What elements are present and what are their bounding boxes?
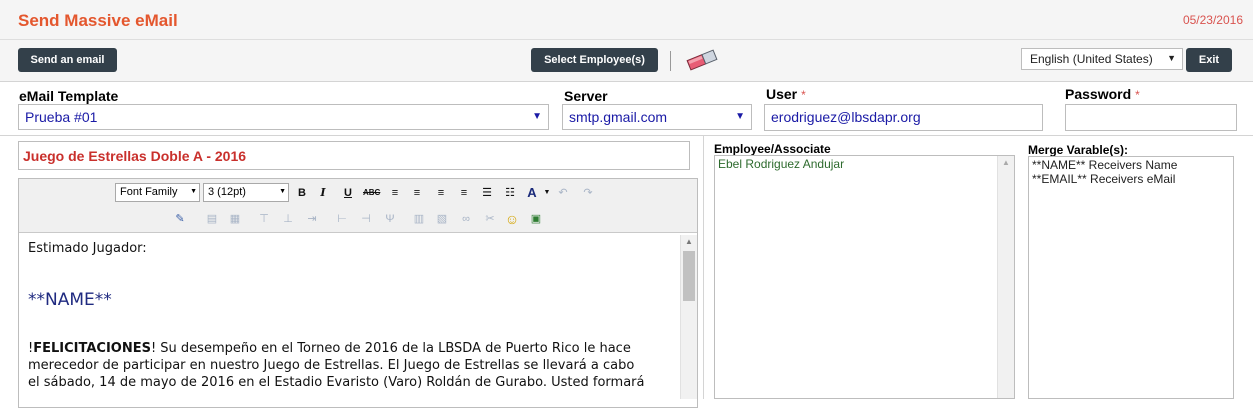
chevron-down-icon: ▼ <box>279 188 286 195</box>
chevron-down-icon: ▼ <box>735 111 745 122</box>
font-family-value: Font Family <box>120 186 178 198</box>
password-label: Password * <box>1065 86 1140 102</box>
body-line-3: el sábado, 14 de mayo de 2016 en el Esta… <box>28 375 645 390</box>
delete-row-icon[interactable]: ⇥ <box>304 211 320 227</box>
user-label-text: User <box>766 86 798 102</box>
list-item[interactable]: **NAME** Receivers Name <box>1032 158 1230 172</box>
chevron-down-icon[interactable]: ▼ <box>539 185 555 201</box>
chevron-down-icon: ▼ <box>190 188 197 195</box>
body-line-1: ! Su desempeño en el Torneo de 2016 de l… <box>150 341 631 356</box>
exit-button[interactable]: Exit <box>1186 48 1232 72</box>
scroll-thumb[interactable] <box>683 251 695 301</box>
insert-col-after-icon[interactable]: ⊣ <box>358 211 374 227</box>
template-label: eMail Template <box>19 88 119 104</box>
table-props-icon[interactable]: ▦ <box>227 211 243 227</box>
user-label: User * <box>766 86 806 102</box>
scroll-up-icon[interactable]: ▲ <box>685 237 693 246</box>
undo-icon[interactable]: ↶ <box>555 185 571 201</box>
emoticon-icon[interactable]: ☺ <box>504 211 520 227</box>
chevron-down-icon: ▼ <box>1167 53 1176 63</box>
image-icon[interactable]: ▣ <box>528 211 544 227</box>
editor-content[interactable]: Estimado Jugador: **NAME** !FELICITACION… <box>28 241 678 391</box>
strikethrough-icon[interactable]: ABC <box>363 185 380 201</box>
align-justify-icon[interactable]: ≡ <box>456 185 472 201</box>
body-paragraph: !FELICITACIONES! Su desempeño en el Torn… <box>28 340 678 391</box>
employee-label: Employee/Associate <box>714 142 831 156</box>
split-cells-icon[interactable]: ▧ <box>434 211 450 227</box>
link-icon[interactable]: ∞ <box>458 211 474 227</box>
bullet-list-icon[interactable]: ☰ <box>479 185 495 201</box>
font-color-icon[interactable]: A <box>524 185 540 201</box>
user-input[interactable]: erodriguez@lbsdapr.org <box>764 104 1043 131</box>
font-size-value: 3 (12pt) <box>208 186 246 198</box>
insert-row-after-icon[interactable]: ⊥ <box>280 211 296 227</box>
body-line-2: merecedor de participar en nuestro Juego… <box>28 358 635 373</box>
list-item[interactable]: **EMAIL** Receivers eMail <box>1032 172 1230 186</box>
merge-label: Merge Varable(s): <box>1028 143 1129 157</box>
required-mark: * <box>801 88 806 102</box>
font-size-select[interactable]: 3 (12pt) ▼ <box>203 183 289 202</box>
underline-icon[interactable]: U <box>340 185 356 201</box>
toolbar-separator <box>670 51 671 71</box>
send-email-button[interactable]: Send an email <box>18 48 117 72</box>
user-value: erodriguez@lbsdapr.org <box>771 109 921 125</box>
password-label-text: Password <box>1065 86 1132 102</box>
subject-input[interactable]: Juego de Estrellas Doble A - 2016 <box>18 141 690 170</box>
employee-list[interactable]: Ebel Rodriguez Andujar ▲ <box>714 155 1015 399</box>
chevron-down-icon: ▼ <box>532 111 542 122</box>
select-employees-button[interactable]: Select Employee(s) <box>531 48 658 72</box>
italic-icon[interactable]: I <box>315 185 331 201</box>
server-value: smtp.gmail.com <box>569 109 668 125</box>
unlink-icon[interactable]: ✂ <box>482 211 498 227</box>
list-scrollbar[interactable]: ▲ <box>997 156 1014 398</box>
greeting-text: Estimado Jugador: <box>28 241 147 256</box>
merge-variables-list[interactable]: **NAME** Receivers Name **EMAIL** Receiv… <box>1028 156 1234 399</box>
delete-col-icon[interactable]: Ψ <box>382 211 398 227</box>
title-bar <box>0 0 1253 40</box>
language-value: English (United States) <box>1030 52 1153 66</box>
font-family-select[interactable]: Font Family ▼ <box>115 183 200 202</box>
insert-col-before-icon[interactable]: ⊢ <box>334 211 350 227</box>
list-item[interactable]: Ebel Rodriguez Andujar <box>718 157 1011 171</box>
numbered-list-icon[interactable]: ☷ <box>502 185 518 201</box>
template-select[interactable]: Prueba #01 ▼ <box>18 104 549 130</box>
eraser-icon[interactable] <box>684 48 720 72</box>
redo-icon[interactable]: ↷ <box>580 185 596 201</box>
bold-icon[interactable]: B <box>294 185 310 201</box>
merge-cells-icon[interactable]: ▥ <box>411 211 427 227</box>
page-title: Send Massive eMail <box>18 11 178 30</box>
align-right-icon[interactable]: ≡ <box>433 185 449 201</box>
current-date: 05/23/2016 <box>1182 13 1243 27</box>
required-mark: * <box>1135 88 1140 102</box>
table-icon[interactable]: ▤ <box>204 211 220 227</box>
pane-divider <box>703 136 704 399</box>
server-label: Server <box>564 88 608 104</box>
name-merge-tag: **NAME** <box>28 290 112 310</box>
server-select[interactable]: smtp.gmail.com ▼ <box>562 104 752 130</box>
divider <box>0 135 1253 136</box>
scroll-up-icon[interactable]: ▲ <box>1002 158 1010 167</box>
align-center-icon[interactable]: ≡ <box>409 185 425 201</box>
congrats-text: FELICITACIONES <box>33 341 151 356</box>
password-input[interactable] <box>1065 104 1237 131</box>
insert-row-before-icon[interactable]: ⊤ <box>256 211 272 227</box>
align-left-icon[interactable]: ≡ <box>387 185 403 201</box>
editor-scrollbar[interactable]: ▲ <box>680 235 697 399</box>
template-value: Prueba #01 <box>25 109 98 125</box>
edit-html-icon[interactable]: ✎ <box>172 211 188 227</box>
language-select[interactable]: English (United States) ▼ <box>1021 48 1183 70</box>
